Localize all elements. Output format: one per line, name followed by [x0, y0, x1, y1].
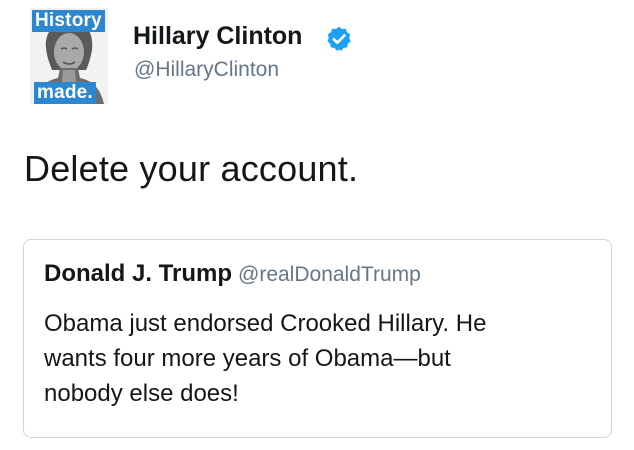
quoted-author-handle[interactable]: @realDonaldTrump — [238, 263, 421, 286]
tweet-text: Delete your account. — [24, 148, 359, 189]
avatar-badge-history: History — [32, 10, 105, 32]
quoted-tweet-header: Donald J. Trump @realDonaldTrump — [44, 260, 421, 288]
avatar[interactable]: History made. — [30, 8, 108, 104]
author-display-name[interactable]: Hillary Clinton — [133, 22, 302, 51]
quoted-author-name[interactable]: Donald J. Trump — [44, 260, 232, 287]
avatar-badge-made: made. — [34, 82, 96, 104]
verified-badge-icon — [327, 26, 351, 51]
quoted-tweet-text: Obama just endorsed Crooked Hillary. He … — [44, 310, 487, 407]
quoted-tweet-card[interactable]: Donald J. Trump @realDonaldTrump Obama ju… — [23, 239, 612, 438]
author-handle[interactable]: @HillaryClinton — [134, 58, 279, 82]
